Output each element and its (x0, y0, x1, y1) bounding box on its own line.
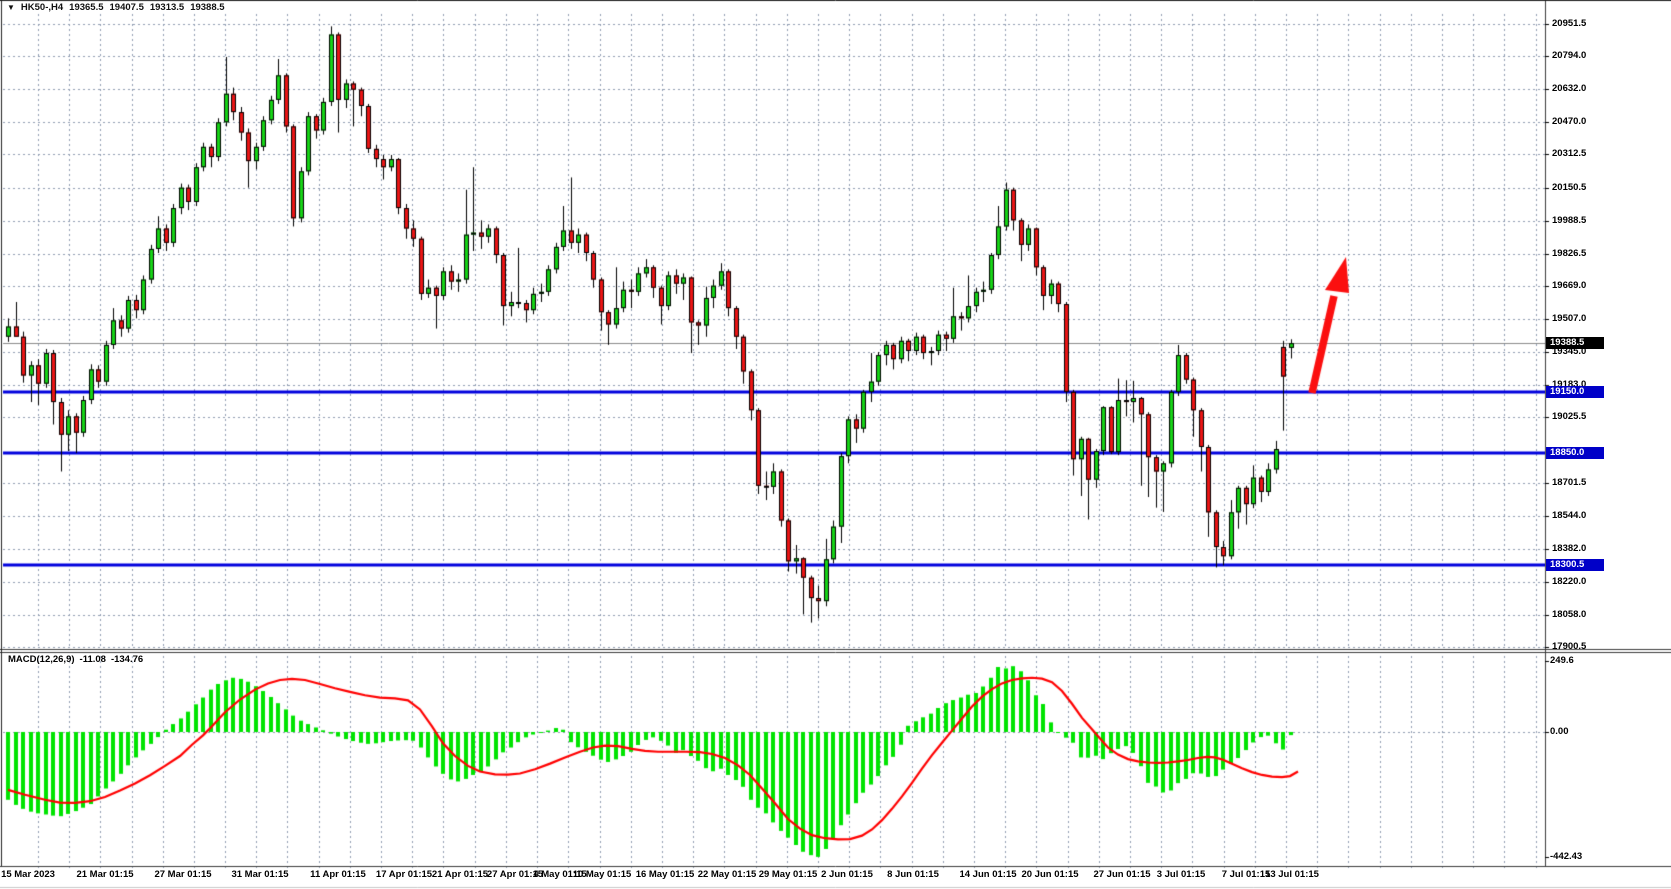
title-open-value: 19365.5 (69, 2, 103, 13)
macd-indicator-name: MACD(12,26,9) (8, 654, 75, 665)
price-axis-label: 18058.0 (1552, 609, 1586, 621)
price-axis-label: 18544.0 (1552, 510, 1586, 522)
time-axis-label: 17 Apr 01:15 (376, 869, 432, 880)
time-axis-label: 22 May 01:15 (698, 869, 757, 880)
macd-signal-value: -134.76 (111, 654, 143, 665)
chart-title-bar: ▼ HK50-,H4 19365.5 19407.5 19313.5 19388… (7, 1, 225, 14)
chart-symbol-timeframe: HK50-,H4 (21, 2, 63, 13)
time-axis-label: 20 Jun 01:15 (1021, 869, 1078, 880)
level-price-tag: 18300.5 (1546, 559, 1604, 571)
time-axis-label: 11 Apr 01:15 (310, 869, 366, 880)
price-axis-label: 18220.0 (1552, 576, 1586, 588)
macd-axis-label: -442.43 (1550, 851, 1582, 863)
price-axis-label: 20951.5 (1552, 18, 1586, 30)
time-axis-label: 21 Apr 01:15 (432, 869, 488, 880)
level-price-tag: 18850.0 (1546, 447, 1604, 459)
time-axis-label: 13 Jul 01:15 (1265, 869, 1319, 880)
price-chart-canvas[interactable] (0, 0, 1671, 889)
price-axis-label: 20632.0 (1552, 83, 1586, 95)
price-axis-label: 20794.0 (1552, 50, 1586, 62)
title-close-value: 19388.5 (190, 2, 224, 13)
trading-chart-window: ▼ HK50-,H4 19365.5 19407.5 19313.5 19388… (0, 0, 1671, 889)
price-axis-label: 20150.5 (1552, 182, 1586, 194)
time-axis-label: 21 Mar 01:15 (76, 869, 133, 880)
price-axis-label: 20470.0 (1552, 116, 1586, 128)
time-axis-label: 15 Mar 2023 (1, 869, 55, 880)
current-price-tag: 19388.5 (1546, 337, 1604, 349)
level-price-tag: 19150.0 (1546, 386, 1604, 398)
title-high-value: 19407.5 (110, 2, 144, 13)
time-axis-label: 2 Jun 01:15 (821, 869, 873, 880)
price-axis-label: 19507.0 (1552, 313, 1586, 325)
price-axis-label: 19669.0 (1552, 280, 1586, 292)
price-axis-label: 17900.5 (1552, 641, 1586, 653)
time-axis-label: 7 Jul 01:15 (1222, 869, 1271, 880)
price-axis-label: 18382.0 (1552, 543, 1586, 555)
price-axis-label: 19826.5 (1552, 248, 1586, 260)
macd-axis-label: 249.6 (1550, 655, 1574, 667)
symbol-dropdown-icon[interactable]: ▼ (7, 3, 15, 13)
time-axis-label: 27 Mar 01:15 (154, 869, 211, 880)
time-axis-label: 14 Jun 01:15 (959, 869, 1016, 880)
price-axis-label: 20312.5 (1552, 148, 1586, 160)
title-low-value: 19313.5 (150, 2, 184, 13)
time-axis-label: 10 May 01:15 (573, 869, 632, 880)
time-axis-label: 29 May 01:15 (759, 869, 818, 880)
time-axis-label: 31 Mar 01:15 (231, 869, 288, 880)
time-axis-label: 8 Jun 01:15 (887, 869, 939, 880)
macd-axis-label: 0.00 (1550, 726, 1569, 738)
price-axis-label: 19988.5 (1552, 215, 1586, 227)
price-axis-label: 19025.5 (1552, 411, 1586, 423)
price-axis-label: 18701.5 (1552, 477, 1586, 489)
time-axis-label: 16 May 01:15 (636, 869, 695, 880)
macd-main-value: -11.08 (80, 654, 106, 665)
time-axis-label: 3 Jul 01:15 (1157, 869, 1206, 880)
macd-indicator-header: MACD(12,26,9) -11.08 -134.76 (8, 654, 143, 665)
time-axis-label: 27 Jun 01:15 (1093, 869, 1150, 880)
